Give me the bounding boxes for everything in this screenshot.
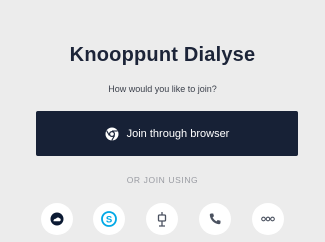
chrome-icon [105,127,119,141]
join-through-browser-label: Join through browser [126,127,230,140]
phone-icon [206,210,224,228]
video-device-join-button[interactable] [146,203,178,235]
svg-text:S: S [106,214,112,225]
lync-icon [153,210,171,228]
more-options-button[interactable] [252,203,284,235]
join-meeting-screen: Knooppunt Dialyse How would you like to … [0,0,325,242]
phone-join-button[interactable] [199,203,231,235]
join-prompt: How would you like to join? [108,84,217,94]
more-icon [259,210,277,228]
page-title: Knooppunt Dialyse [69,44,256,66]
join-through-browser-button[interactable]: Join through browser [36,111,298,156]
cloud-join-button[interactable] [41,203,73,235]
join-options-row: S [0,203,325,235]
or-join-using-label: OR JOIN USING [126,175,199,185]
cloud-icon [48,210,66,228]
skype-join-button[interactable]: S [93,203,125,235]
skype-icon: S [100,210,118,228]
